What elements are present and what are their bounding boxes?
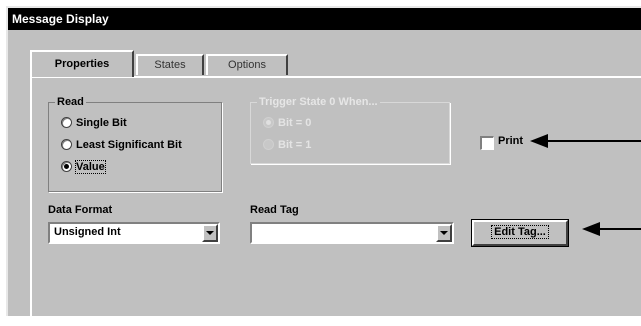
dropdown-button[interactable] (436, 224, 452, 242)
read-tag-label: Read Tag (250, 204, 299, 216)
radio-value[interactable]: Value (61, 158, 106, 175)
data-format-value: Unsigned Int (54, 226, 121, 238)
radio-label-value: Value (75, 159, 106, 174)
radio-button[interactable] (61, 117, 72, 128)
window-title: Message Display (12, 12, 109, 26)
arrow-left-icon (530, 134, 641, 148)
radio-label-single-bit: Single Bit (76, 116, 127, 129)
radio-single-bit[interactable]: Single Bit (61, 114, 127, 131)
tab-states[interactable]: States (136, 54, 204, 75)
radio-button-selected[interactable] (61, 161, 72, 172)
print-checkbox[interactable] (480, 136, 494, 150)
radio-least-significant-bit[interactable]: Least Significant Bit (61, 136, 182, 153)
radio-button-disabled (263, 139, 274, 150)
edit-tag-button[interactable]: Edit Tag... (471, 219, 569, 247)
print-label[interactable]: Print (498, 135, 523, 147)
tab-options[interactable]: Options (206, 54, 288, 75)
edit-tag-label: Edit Tag... (491, 225, 549, 239)
title-bar: Message Display (8, 8, 641, 30)
dropdown-button[interactable] (202, 224, 218, 242)
message-display-window: Message Display Properties States Option… (6, 6, 641, 326)
radio-bit-1: Bit = 1 (263, 136, 311, 153)
radio-button[interactable] (61, 139, 72, 150)
read-group: Read Single Bit Least Significant Bit Va… (48, 96, 222, 192)
radio-button-disabled (263, 117, 274, 128)
radio-bit-0: Bit = 0 (263, 114, 311, 131)
properties-panel: Read Single Bit Least Significant Bit Va… (30, 76, 641, 326)
read-tag-select[interactable] (250, 222, 454, 244)
arrow-left-icon (582, 222, 641, 236)
trigger-group-legend: Trigger State 0 When... (259, 96, 378, 108)
radio-label-bit-0: Bit = 0 (278, 116, 312, 129)
data-format-select[interactable]: Unsigned Int (48, 222, 220, 244)
trigger-state-group: Trigger State 0 When... Bit = 0 Bit = 1 (250, 96, 450, 164)
tab-properties[interactable]: Properties (30, 50, 134, 77)
chevron-down-icon (206, 231, 214, 235)
data-format-label: Data Format (48, 204, 113, 216)
chevron-down-icon (440, 231, 448, 235)
radio-label-bit-1: Bit = 1 (278, 138, 312, 151)
read-group-legend: Read (57, 96, 84, 108)
radio-label-least-significant-bit: Least Significant Bit (76, 138, 182, 151)
